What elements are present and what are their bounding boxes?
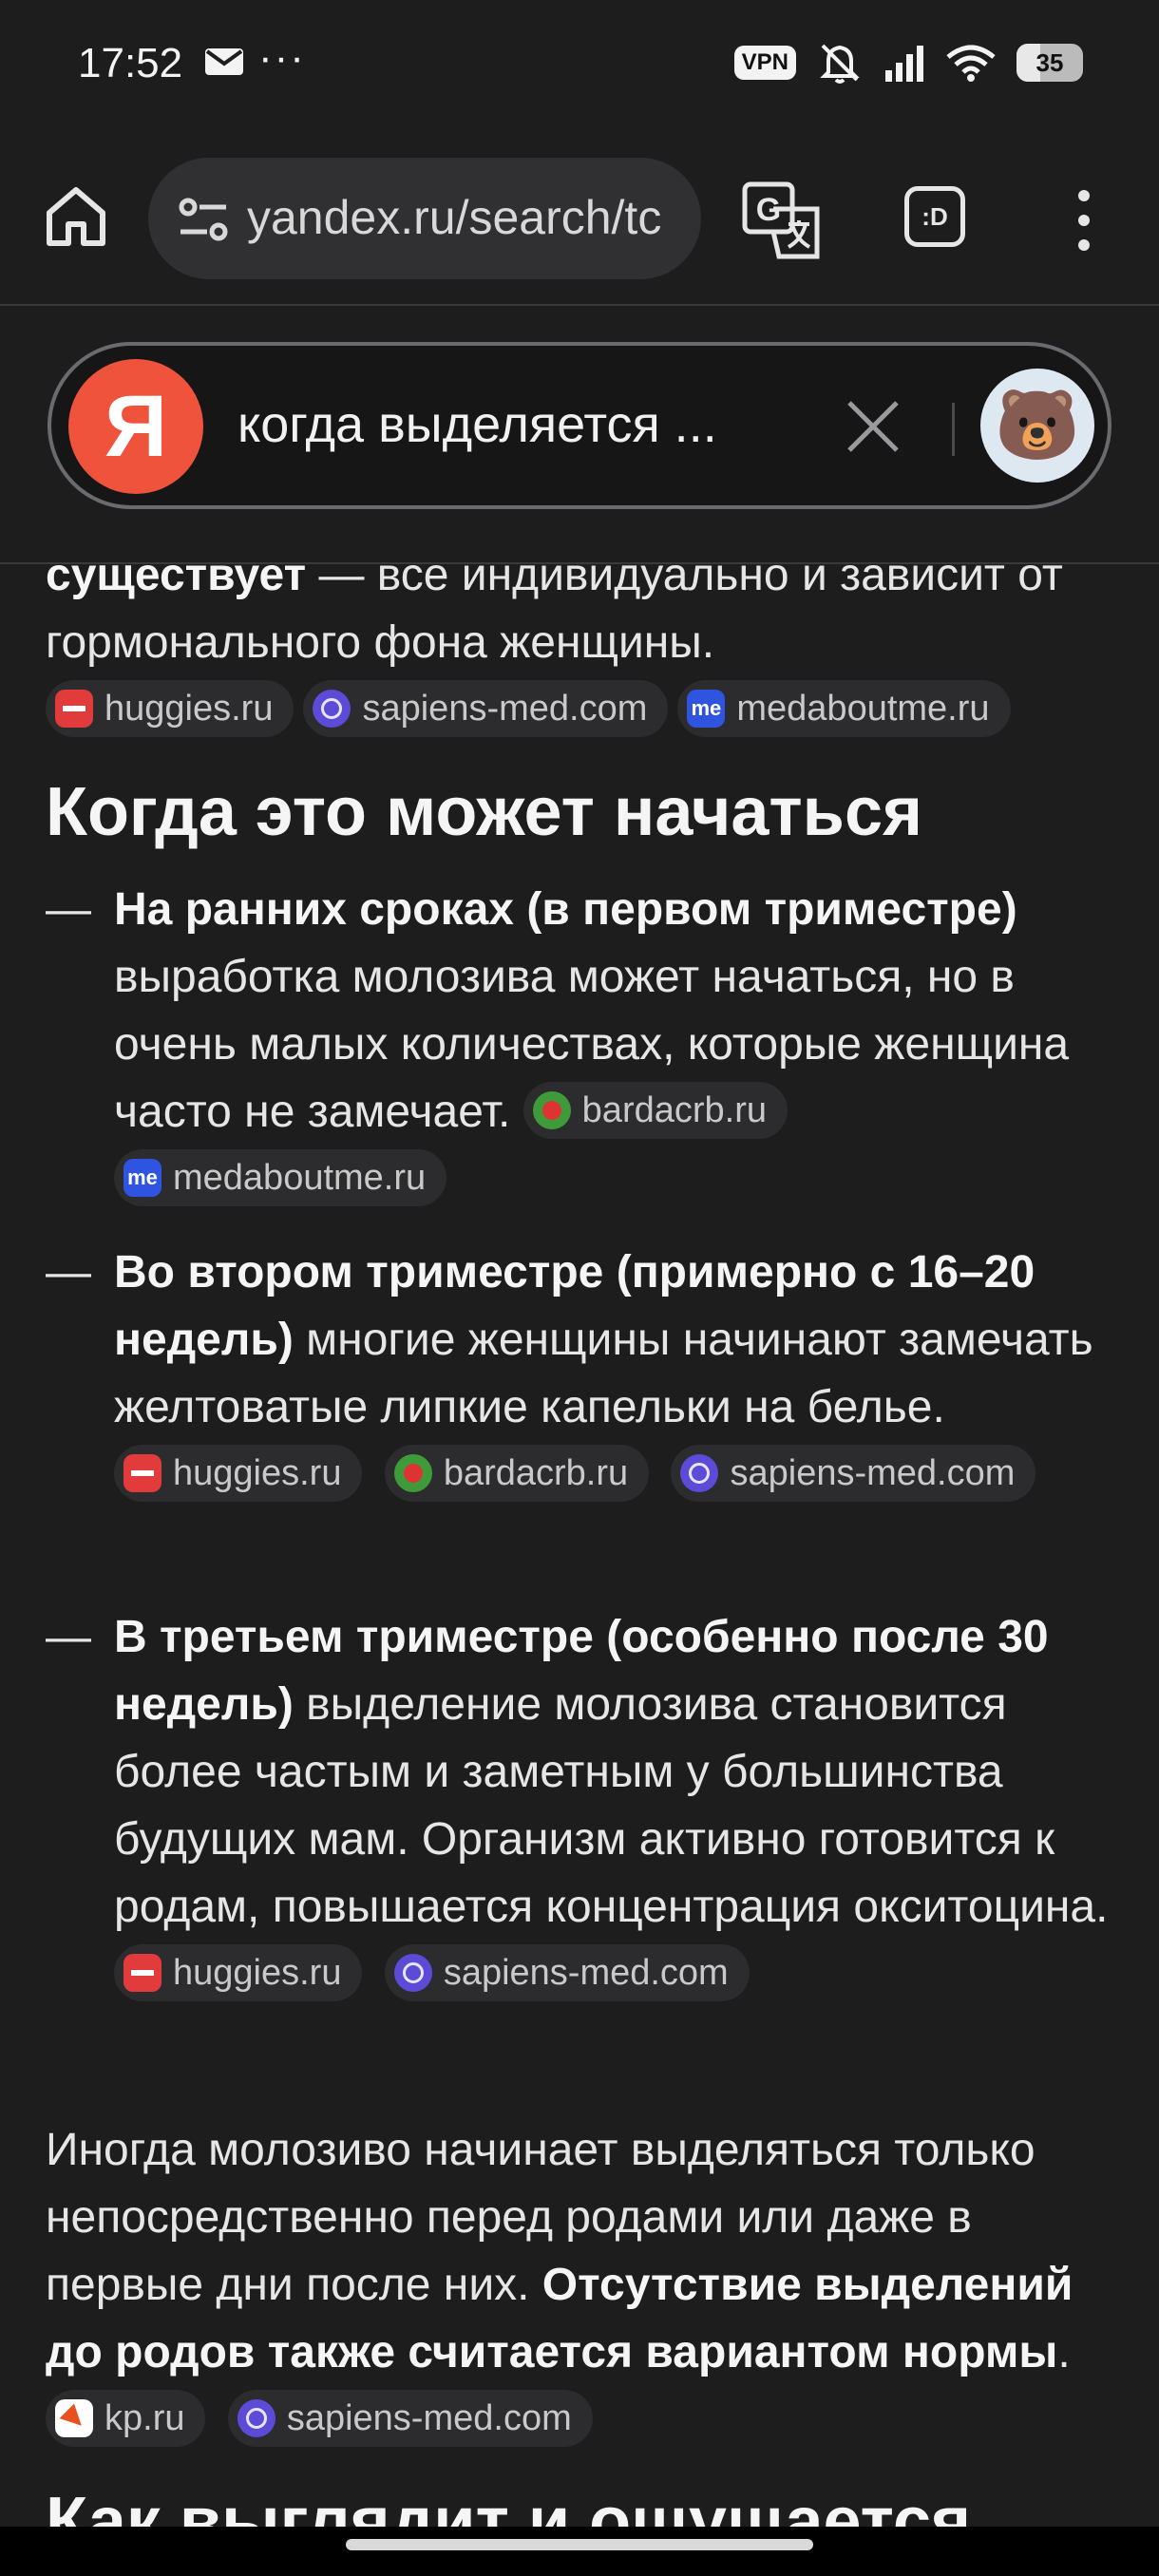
- source-chip[interactable]: sapiens-med.com: [303, 680, 669, 738]
- intro-paragraph: существует — всё индивидуально и зависит…: [46, 564, 1119, 744]
- search-box[interactable]: Я когда выделяется ... 🐻: [48, 342, 1112, 509]
- source-chip[interactable]: bardacrb.ru: [522, 1082, 788, 1140]
- source-chip[interactable]: sapiens-med.com: [671, 1445, 1036, 1503]
- site-settings-icon[interactable]: [177, 196, 230, 243]
- source-chip[interactable]: huggies.ru: [46, 680, 294, 738]
- home-icon[interactable]: [38, 179, 114, 255]
- source-chip[interactable]: me medaboutme.ru: [677, 680, 1011, 738]
- list-item: — На ранних сроках (в первом триместре) …: [46, 876, 1119, 1213]
- section-heading: Когда это может начаться: [46, 774, 922, 850]
- huggies-favicon: [124, 1454, 162, 1493]
- more-notifications-indicator: ···: [258, 34, 306, 81]
- medaboutme-favicon: me: [687, 690, 726, 729]
- medaboutme-favicon: me: [124, 1159, 162, 1198]
- mute-icon: [820, 44, 860, 84]
- source-chip[interactable]: huggies.ru: [114, 1445, 363, 1503]
- search-divider: [952, 403, 955, 456]
- next-section-heading: Как выглядит и ощущается: [46, 2484, 972, 2532]
- list-item: — Во втором триместре (примерно с 16–20 …: [46, 1239, 1119, 1508]
- search-query[interactable]: когда выделяется ...: [238, 395, 741, 454]
- tabs-button[interactable]: :D: [904, 186, 965, 247]
- translate-icon[interactable]: G: [741, 180, 821, 260]
- sapiens-favicon: [313, 690, 352, 729]
- source-chip[interactable]: bardacrb.ru: [384, 1445, 650, 1503]
- source-chip[interactable]: kp.ru: [46, 2390, 206, 2448]
- mail-icon: [205, 48, 243, 75]
- browser-toolbar: yandex.ru/search/tc G :D: [0, 133, 1159, 306]
- kp-favicon: [55, 2399, 93, 2438]
- sapiens-favicon: [680, 1454, 719, 1493]
- vpn-badge: VPN: [733, 46, 796, 80]
- source-chip[interactable]: sapiens-med.com: [384, 1944, 750, 2002]
- search-header: Я когда выделяется ... 🐻: [0, 306, 1159, 564]
- closing-paragraph: Иногда молозиво начинает выделяться толь…: [46, 2116, 1119, 2453]
- bardacrb-favicon: [393, 1454, 432, 1493]
- sapiens-favicon: [237, 2399, 276, 2438]
- avatar[interactable]: 🐻: [980, 369, 1094, 483]
- list-item: — В третьем триместре (особенно после 30…: [46, 1603, 1119, 2008]
- address-bar[interactable]: yandex.ru/search/tc: [148, 158, 701, 279]
- huggies-favicon: [124, 1954, 162, 1993]
- signal-icon: [885, 46, 923, 82]
- menu-icon[interactable]: [1070, 186, 1098, 255]
- status-bar: 17:52 ··· VPN 35: [0, 0, 1159, 133]
- home-gesture-handle[interactable]: [346, 2539, 813, 2550]
- huggies-favicon: [55, 690, 93, 729]
- wifi-icon: [946, 45, 996, 82]
- yandex-logo[interactable]: Я: [68, 359, 203, 494]
- close-icon[interactable]: [840, 393, 906, 460]
- status-icons: VPN 35: [733, 42, 1083, 84]
- source-chip[interactable]: me medaboutme.ru: [114, 1149, 447, 1207]
- sapiens-favicon: [393, 1954, 432, 1993]
- clock: 17:52: [78, 40, 183, 86]
- gesture-navigation-bar: [0, 2527, 1159, 2576]
- url-text[interactable]: yandex.ru/search/tc: [247, 190, 694, 245]
- answer-content: существует — всё индивидуально и зависит…: [0, 564, 1159, 2532]
- battery-indicator: 35: [1016, 44, 1083, 82]
- source-chip[interactable]: sapiens-med.com: [227, 2390, 593, 2448]
- source-chip[interactable]: huggies.ru: [114, 1944, 363, 2002]
- bardacrb-favicon: [532, 1091, 571, 1130]
